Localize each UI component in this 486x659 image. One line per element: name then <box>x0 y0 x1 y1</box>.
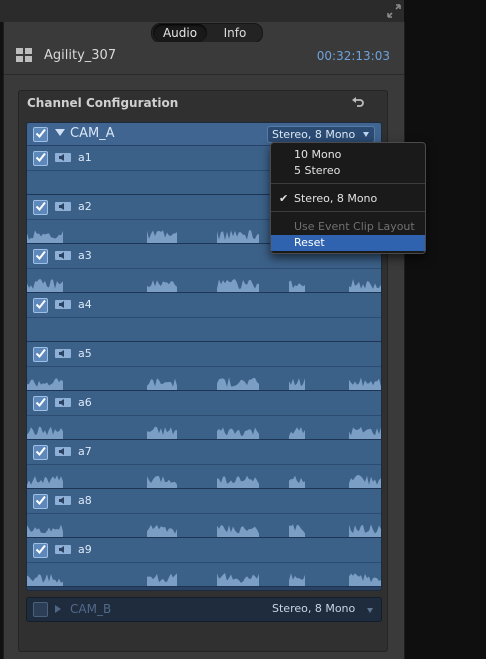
channel-label: a7 <box>78 445 92 458</box>
row-divider <box>27 562 381 563</box>
timecode: 00:32:13:03 <box>316 49 390 63</box>
chevron-down-icon <box>367 608 373 613</box>
channel-label: a8 <box>78 494 92 507</box>
channel-label: a2 <box>78 200 92 213</box>
background-area <box>404 0 486 659</box>
channel-checkbox[interactable] <box>33 298 48 313</box>
channel-row: a9 <box>27 538 381 587</box>
channel-label: a6 <box>78 396 92 409</box>
tab-group: Audio Info <box>151 23 263 43</box>
audio-waveform <box>27 279 381 292</box>
disclosure-triangle-icon[interactable] <box>55 129 65 136</box>
cam-b-group: CAM_B Stereo, 8 Mono <box>26 597 382 622</box>
channel-checkbox[interactable] <box>33 494 48 509</box>
row-divider <box>27 366 381 367</box>
section-title: Channel Configuration <box>27 96 179 110</box>
channel-row: a6 <box>27 391 381 440</box>
cam-b-config-dropdown[interactable]: Stereo, 8 Mono <box>272 602 355 615</box>
menu-item-reset[interactable]: Reset <box>271 235 425 251</box>
row-divider <box>27 513 381 514</box>
menu-separator <box>271 183 425 184</box>
audio-channel-icon <box>55 153 71 162</box>
channel-checkbox[interactable] <box>33 543 48 558</box>
audio-channel-icon <box>55 300 71 309</box>
audio-channel-icon <box>55 398 71 407</box>
channel-label: a3 <box>78 249 92 262</box>
undo-icon[interactable] <box>351 96 365 110</box>
audio-waveform <box>27 475 381 488</box>
cam-a-checkbox[interactable] <box>33 127 48 142</box>
audio-channel-icon <box>55 447 71 456</box>
row-divider <box>27 415 381 416</box>
inspector-panel: Audio Info Agility_307 00:32:13:03 Chann… <box>3 22 405 659</box>
audio-waveform <box>27 524 381 537</box>
menu-item-use-event-clip-layout: Use Event Clip Layout <box>294 220 415 233</box>
cam-b-name: CAM_B <box>70 602 112 616</box>
channel-row: a8 <box>27 489 381 538</box>
channel-row: a5 <box>27 342 381 391</box>
clip-name: Agility_307 <box>44 48 117 63</box>
menu-item-stereo-8-mono[interactable]: ✔ Stereo, 8 Mono <box>271 191 425 207</box>
audio-channel-icon <box>55 496 71 505</box>
check-icon: ✔ <box>279 192 289 205</box>
cam-a-config-dropdown[interactable]: Stereo, 8 Mono <box>267 126 375 143</box>
expand-icon[interactable] <box>385 2 403 20</box>
audio-channel-icon <box>55 251 71 260</box>
chevron-down-icon <box>363 132 369 137</box>
tab-info[interactable]: Info <box>212 24 258 42</box>
row-divider <box>27 268 381 269</box>
menu-item-10-mono[interactable]: 10 Mono <box>271 147 425 163</box>
cam-a-config-value: Stereo, 8 Mono <box>272 128 356 141</box>
cam-a-name: CAM_A <box>70 126 115 141</box>
inspector-header: Agility_307 00:32:13:03 <box>4 42 404 75</box>
menu-separator <box>271 211 425 212</box>
channel-checkbox[interactable] <box>33 151 48 166</box>
tab-audio[interactable]: Audio <box>153 24 207 42</box>
audio-waveform <box>27 377 381 390</box>
channel-checkbox[interactable] <box>33 445 48 460</box>
cam-b-checkbox[interactable] <box>33 602 48 617</box>
channel-row: a4 <box>27 293 381 342</box>
audio-waveform <box>27 573 381 586</box>
clip-icon <box>16 48 32 62</box>
config-dropdown-menu: 10 Mono 5 Stereo ✔ Stereo, 8 Mono Use Ev… <box>270 142 426 254</box>
channel-checkbox[interactable] <box>33 347 48 362</box>
audio-channel-icon <box>55 545 71 554</box>
channel-checkbox[interactable] <box>33 396 48 411</box>
disclosure-triangle-icon[interactable] <box>55 605 61 613</box>
channel-label: a5 <box>78 347 92 360</box>
channel-label: a4 <box>78 298 92 311</box>
channel-label: a9 <box>78 543 92 556</box>
menu-item-5-stereo[interactable]: 5 Stereo <box>271 163 425 179</box>
audio-waveform <box>27 321 381 341</box>
row-divider <box>27 317 381 318</box>
channel-label: a1 <box>78 151 92 164</box>
channel-checkbox[interactable] <box>33 249 48 264</box>
audio-channel-icon <box>55 202 71 211</box>
audio-channel-icon <box>55 349 71 358</box>
channel-row: a7 <box>27 440 381 489</box>
channel-checkbox[interactable] <box>33 200 48 215</box>
row-divider <box>27 464 381 465</box>
audio-waveform <box>27 426 381 439</box>
